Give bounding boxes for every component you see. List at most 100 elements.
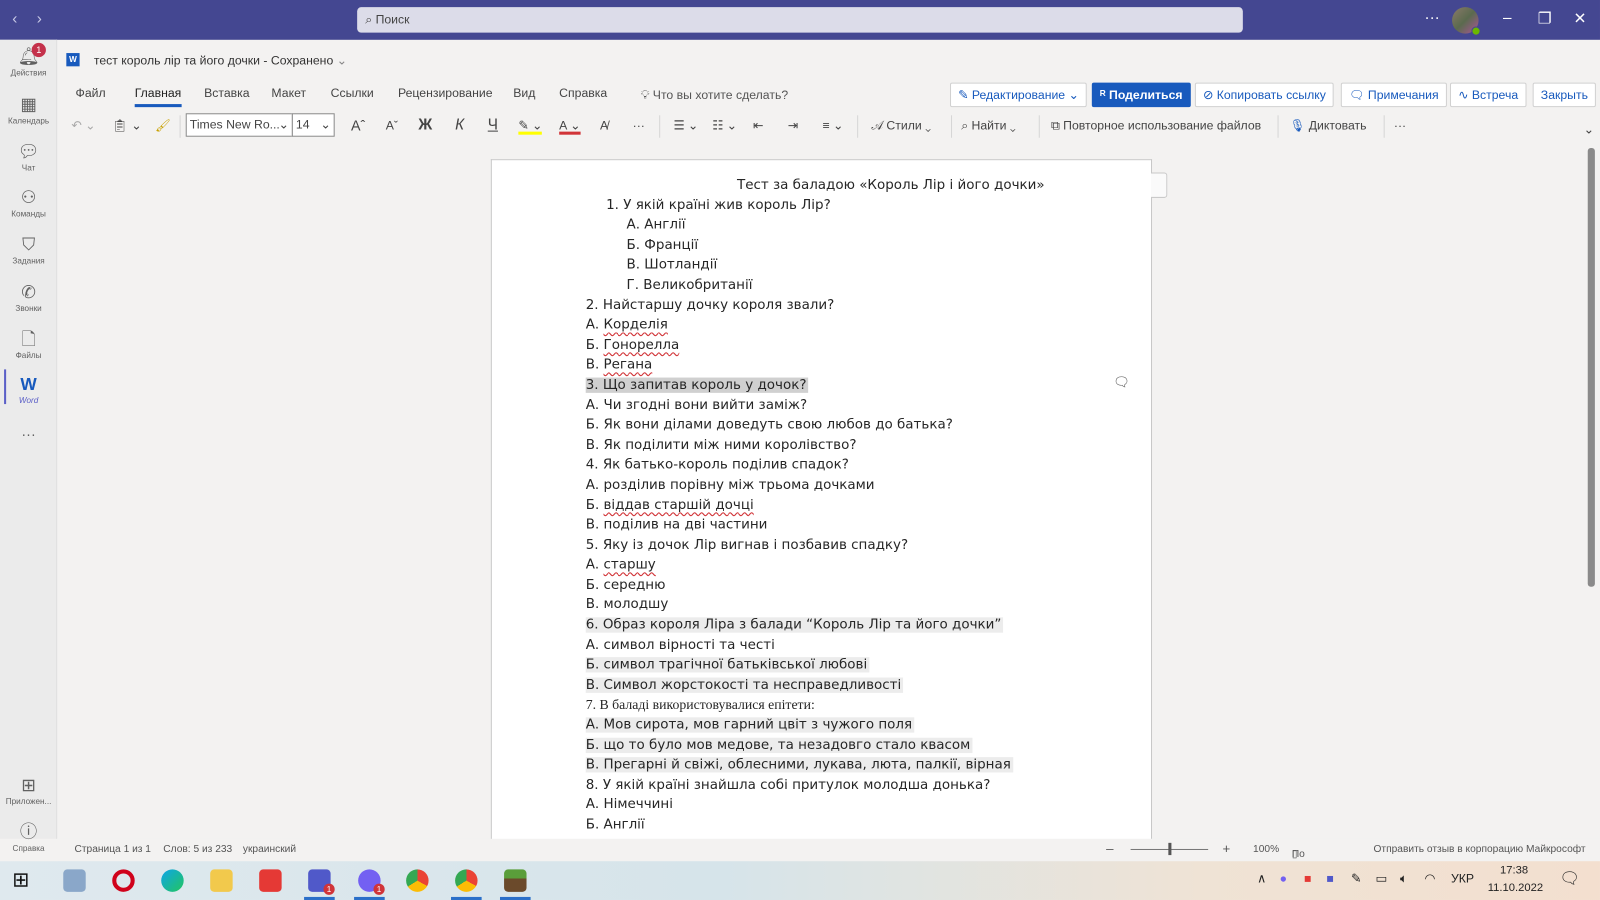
align-icon[interactable]: ≡ ⌄	[822, 112, 843, 139]
document-line[interactable]: В. молодшу	[586, 595, 1117, 615]
notifications-icon[interactable]: 🗨︎	[1559, 868, 1580, 888]
tab-view[interactable]: Вид	[513, 86, 535, 100]
rail-item-files[interactable]: 🗋 Файлы	[0, 329, 57, 361]
wifi-icon[interactable]: ◠	[1424, 871, 1435, 885]
document-line[interactable]: 5. Яку із дочок Лір вигнав і позбавив сп…	[586, 535, 1117, 555]
file-explorer-icon[interactable]	[210, 869, 233, 892]
document-line[interactable]: Б. символ трагічної батьківської любові	[585, 655, 1117, 675]
page-side-tab[interactable]	[1151, 172, 1168, 198]
clock-time[interactable]: 17:38	[1500, 864, 1528, 876]
editing-mode-button[interactable]: ✎ Редактирование ⌄	[949, 82, 1087, 108]
rail-item-teams[interactable]: ⚇ Команды	[0, 187, 57, 219]
font-color-icon[interactable]: A ⌄	[559, 112, 581, 135]
teams-tray-icon[interactable]: ■	[1327, 871, 1334, 885]
document-line[interactable]: А. розділив порівну між трьома дочками	[586, 475, 1117, 495]
more-font-button[interactable]: ···	[633, 112, 645, 139]
share-button[interactable]: ᴿ Поделиться	[1091, 82, 1191, 108]
tab-insert[interactable]: Вставка	[204, 86, 250, 100]
avatar[interactable]	[1452, 7, 1481, 36]
rail-item-assignments[interactable]: ⛉ Задания	[0, 234, 57, 266]
document-line[interactable]: 7. В баладі використовувалися епітети:	[586, 695, 1117, 715]
clear-format-icon[interactable]: A̸	[600, 112, 608, 139]
italic-button[interactable]: К	[455, 112, 464, 139]
format-painter-icon[interactable]: 🖌︎	[155, 112, 171, 139]
input-language[interactable]: УКР	[1451, 871, 1474, 885]
rail-item-word[interactable]: W Word	[0, 373, 57, 405]
font-name-select[interactable]: Times New Ro... ⌄	[185, 113, 293, 137]
document-line[interactable]: В. Регана	[586, 355, 1117, 375]
zoom-in-button[interactable]: +	[1222, 841, 1230, 856]
document-line[interactable]: 6. Образ короля Ліра з балади “Король Лі…	[585, 615, 1117, 635]
underline-button[interactable]: Ч	[488, 112, 498, 139]
chrome-icon[interactable]	[406, 869, 429, 892]
bold-button[interactable]: Ж	[418, 112, 432, 139]
teams-taskbar-icon[interactable]: 1	[304, 869, 335, 900]
document-line[interactable]: Б. Як вони ділами доведуть свою любов до…	[586, 415, 1117, 435]
minecraft-icon[interactable]	[499, 869, 531, 900]
document-line[interactable]: А. Мов сирота, мов гарний цвіт з чужого …	[585, 715, 1117, 735]
viber-tray-icon[interactable]: ●	[1280, 871, 1287, 885]
document-line[interactable]: В. Як поділити між ними королівство?	[586, 435, 1117, 455]
document-page[interactable]: Тест за баладою «Король Лір і його дочки…	[490, 159, 1153, 843]
tab-references[interactable]: Ссылки	[331, 86, 374, 100]
document-line[interactable]: Г. Великобританії	[586, 275, 1117, 295]
volume-icon[interactable]: 🔈︎	[1400, 871, 1407, 886]
rail-item-activity[interactable]: 🔔︎ Действия	[0, 46, 57, 78]
calculator-icon[interactable]	[63, 869, 86, 892]
more-ribbon-button[interactable]: ···	[1394, 112, 1406, 139]
document-line[interactable]: А. Англії	[586, 215, 1117, 235]
opera-icon[interactable]	[112, 869, 135, 892]
tab-layout[interactable]: Макет	[271, 86, 306, 100]
more-apps-button[interactable]: ···	[0, 426, 57, 442]
anydesk-icon[interactable]	[259, 869, 282, 892]
collapse-ribbon-icon[interactable]: ⌄	[1584, 116, 1594, 143]
document-title[interactable]: тест король лір та його дочки - Сохранен…	[94, 53, 347, 67]
grow-font-button[interactable]: Aˆ	[351, 112, 365, 139]
rail-item-apps[interactable]: ⊞ Приложен...	[0, 774, 57, 807]
document-line[interactable]: Б. віддав старшій дочці	[586, 495, 1117, 515]
document-line[interactable]: В. Шотландії	[586, 255, 1117, 275]
close-doc-button[interactable]: Закрыть	[1532, 82, 1597, 108]
add-comment-icon[interactable]: 🗨︎	[1113, 374, 1130, 390]
tab-help[interactable]: Справка	[559, 86, 607, 100]
document-line[interactable]: В. Символ жорстокості та несправедливост…	[585, 675, 1117, 695]
document-line[interactable]: А. символ вірності та честі	[586, 635, 1117, 655]
rail-item-calendar[interactable]: ▦ Календарь	[0, 94, 57, 126]
anydesk-tray-icon[interactable]: ■	[1304, 871, 1311, 885]
word-count[interactable]: Слов: 5 из 233	[163, 844, 232, 855]
document-line[interactable]: А. старшу	[586, 555, 1117, 575]
misspelled-word[interactable]: Корделія	[603, 318, 667, 333]
misspelled-word[interactable]: старшу	[603, 557, 655, 572]
shrink-font-button[interactable]: Aˇ	[386, 112, 398, 139]
decrease-indent-icon[interactable]: ⇤	[753, 112, 763, 139]
document-line[interactable]: А. Німеччині	[586, 795, 1117, 815]
document-line[interactable]: Б. Англії	[586, 815, 1117, 835]
document-line[interactable]: 3. Що запитав король у дочок?	[585, 375, 1117, 395]
document-line[interactable]: А. Чи згодні вони вийти заміж?	[586, 395, 1117, 415]
tab-file[interactable]: Файл	[76, 86, 106, 100]
document-line[interactable]: Б. Гонорелла	[586, 335, 1117, 355]
language[interactable]: украинский	[243, 844, 296, 855]
search-input[interactable]: ⌕ Поиск	[357, 7, 1243, 33]
font-size-select[interactable]: 14 ⌄	[291, 113, 335, 137]
document-line[interactable]: Б. що то було мов медове, та незадовго с…	[585, 735, 1117, 755]
tab-home[interactable]: Главная	[134, 86, 182, 108]
numbering-icon[interactable]: ☷ ⌄	[712, 112, 737, 139]
document-line[interactable]: 4. Як батько-король поділив спадок?	[586, 455, 1117, 475]
zoom-out-button[interactable]: –	[1106, 841, 1113, 856]
chrome-profile-icon[interactable]	[451, 869, 482, 900]
rail-item-calls[interactable]: ✆ Звонки	[0, 282, 57, 314]
edge-icon[interactable]	[161, 869, 184, 892]
meeting-button[interactable]: ∿ Встреча	[1449, 82, 1527, 108]
rail-item-help[interactable]: ⓘ Справка	[0, 821, 57, 853]
more-options-button[interactable]: ···	[1424, 9, 1439, 26]
tray-overflow-icon[interactable]: ∧	[1257, 871, 1266, 885]
forward-button[interactable]: ›	[37, 10, 42, 27]
zoom-level[interactable]: 100%	[1253, 844, 1279, 855]
tell-me-search[interactable]: 💡︎ Что вы хотите сделать?	[641, 88, 788, 103]
copy-link-button[interactable]: ⊘ Копировать ссылку	[1194, 82, 1335, 108]
restore-button[interactable]: ❐	[1538, 9, 1552, 27]
document-line[interactable]: Б. Франції	[586, 235, 1117, 255]
misspelled-word[interactable]: Регана	[604, 357, 653, 372]
minimize-button[interactable]: –	[1503, 9, 1512, 26]
